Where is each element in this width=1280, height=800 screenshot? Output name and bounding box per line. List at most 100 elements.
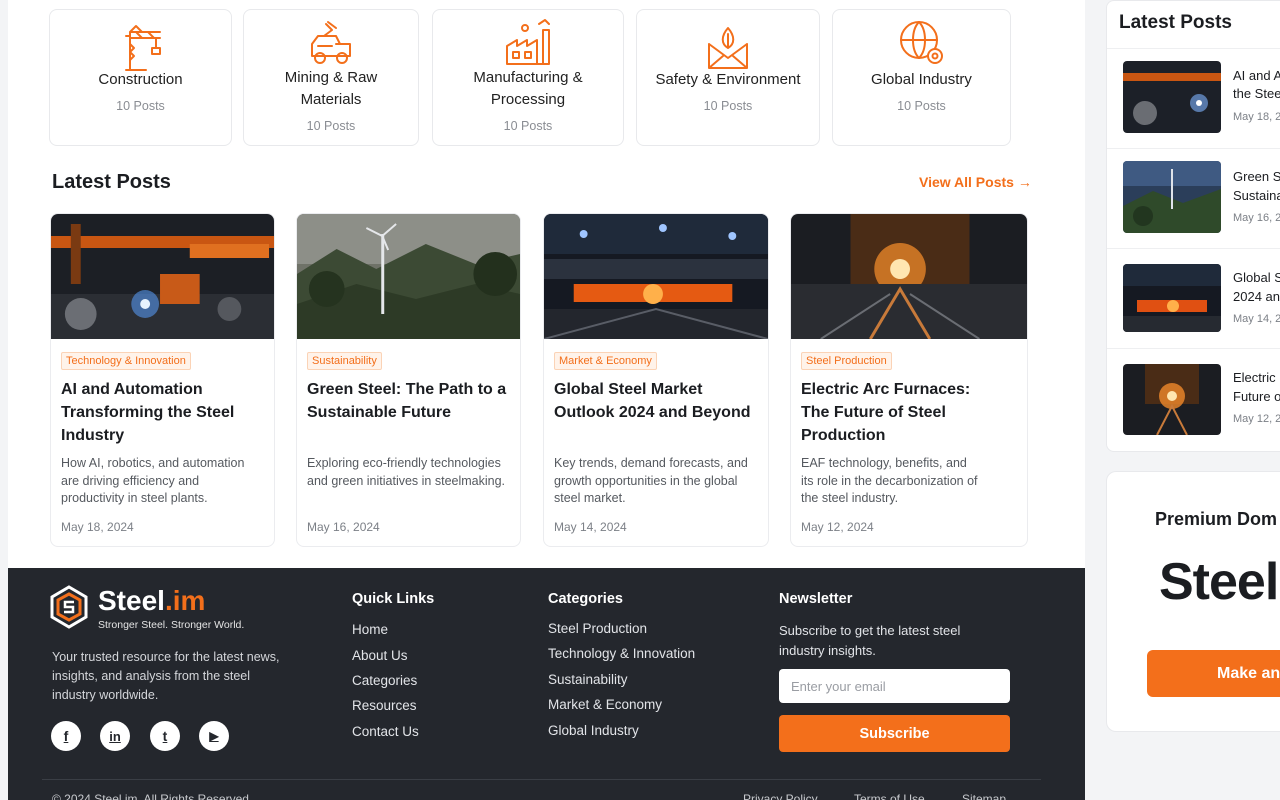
post-title[interactable]: Green Steel: The Path to a Sustainable F… <box>307 378 510 424</box>
category-card-mining[interactable]: Mining & Raw Materials 10 Posts <box>243 9 419 146</box>
facebook-icon[interactable]: f <box>51 721 81 751</box>
post-title[interactable]: Electric Arc Furnaces: The Future of Ste… <box>801 378 987 447</box>
post-card[interactable]: Technology & Innovation AI and Automatio… <box>50 213 275 547</box>
eco-envelope-icon <box>703 24 753 74</box>
category-name: Mining & Raw Materials <box>284 69 378 108</box>
post-card[interactable]: Sustainability Green Steel: The Path to … <box>296 213 521 547</box>
post-image <box>297 214 520 339</box>
categories-heading: Categories <box>548 591 623 607</box>
footer-link-home[interactable]: Home <box>352 622 388 637</box>
sidebar-post-thumbnail <box>1123 364 1221 435</box>
post-image <box>51 214 274 339</box>
post-date: May 16, 2024 <box>307 520 380 534</box>
sidebar-post-title-line: AI and A <box>1233 68 1280 83</box>
sidebar-post-item[interactable]: Green S Sustaina May 16, 2 <box>1107 148 1280 248</box>
factory-icon <box>503 18 553 68</box>
sidebar-post-item[interactable]: Electric Future o May 12, 2 <box>1107 348 1280 448</box>
category-count: 10 Posts <box>897 99 946 113</box>
sidebar-post-title-line: Sustaina <box>1233 188 1280 203</box>
main-content: Construction 10 Posts Mining & Raw Mater… <box>8 0 1085 568</box>
make-offer-button[interactable]: Make an <box>1147 650 1280 697</box>
footer-link-resources[interactable]: Resources <box>352 698 417 713</box>
mining-truck-icon <box>306 20 356 70</box>
post-card[interactable]: Market & Economy Global Steel Market Out… <box>543 213 769 547</box>
newsletter-heading: Newsletter <box>779 591 853 607</box>
post-excerpt: EAF technology, benefits, and its role i… <box>801 456 978 505</box>
sidebar-post-title-line: Global S <box>1233 270 1280 285</box>
sidebar-post-date: May 16, 2 <box>1233 212 1280 224</box>
post-excerpt: Key trends, demand forecasts, and growth… <box>554 456 748 505</box>
sidebar-post-title-line: 2024 an <box>1233 289 1280 304</box>
post-category-tag[interactable]: Steel Production <box>801 352 892 370</box>
category-card-construction[interactable]: Construction 10 Posts <box>49 9 232 146</box>
youtube-icon[interactable]: ▶ <box>199 721 229 751</box>
category-count: 10 Posts <box>703 99 753 113</box>
footer-about: Your trusted resource for the latest new… <box>52 650 280 702</box>
post-category-tag[interactable]: Technology & Innovation <box>61 352 191 370</box>
sidebar-post-date: May 14, 2 <box>1233 313 1280 325</box>
premium-domain-card: Premium Dom Steel Make an <box>1106 471 1280 732</box>
sidebar-post-thumbnail <box>1123 161 1221 233</box>
post-title[interactable]: AI and Automation Transforming the Steel… <box>61 378 264 447</box>
category-name: Safety & Environment <box>655 71 801 88</box>
sidebar-post-thumbnail <box>1123 264 1221 332</box>
newsletter-email-input[interactable] <box>779 669 1010 703</box>
sidebar-post-title-line: Electric <box>1233 370 1276 385</box>
footer-category-link[interactable]: Sustainability <box>548 672 628 687</box>
post-image <box>791 214 1027 339</box>
category-count: 10 Posts <box>116 99 165 113</box>
footer-category-link[interactable]: Global Industry <box>548 723 639 738</box>
category-card-manufacturing[interactable]: Manufacturing & Processing 10 Posts <box>432 9 624 146</box>
footer-category-link[interactable]: Steel Production <box>548 621 647 636</box>
post-title[interactable]: Global Steel Market Outlook 2024 and Bey… <box>554 378 758 424</box>
sidebar-post-title-line: the Stee <box>1233 86 1280 101</box>
post-date: May 12, 2024 <box>801 520 874 534</box>
footer-category-link[interactable]: Market & Economy <box>548 697 662 712</box>
post-date: May 14, 2024 <box>554 520 627 534</box>
crane-icon <box>116 24 166 74</box>
premium-domain-label: Premium Dom <box>1155 509 1278 529</box>
sidebar-post-date: May 18, 2 <box>1233 111 1280 123</box>
premium-domain-name: Steel <box>1159 553 1279 611</box>
twitter-icon[interactable]: t <box>150 721 180 751</box>
sidebar-title: Latest Posts <box>1119 12 1232 33</box>
globe-gear-icon <box>897 18 947 68</box>
footer-divider <box>42 779 1041 780</box>
sidebar-post-date: May 12, 2 <box>1233 413 1280 425</box>
post-image <box>544 214 768 339</box>
view-all-posts-link[interactable]: View All Posts → <box>919 174 1032 190</box>
linkedin-icon[interactable]: in <box>100 721 130 751</box>
privacy-policy-link[interactable]: Privacy Policy <box>743 792 818 800</box>
post-category-tag[interactable]: Sustainability <box>307 352 382 370</box>
category-name: Global Industry <box>871 71 972 88</box>
post-excerpt: How AI, robotics, and automation are dri… <box>61 456 245 505</box>
footer-category-link[interactable]: Technology & Innovation <box>548 646 695 661</box>
footer-link-categories[interactable]: Categories <box>352 673 417 688</box>
sidebar-post-item[interactable]: AI and A the Stee May 18, 2 <box>1107 48 1280 148</box>
post-card[interactable]: Steel Production Electric Arc Furnaces: … <box>790 213 1028 547</box>
post-excerpt: Exploring eco-friendly technologies and … <box>307 456 506 488</box>
footer-link-about[interactable]: About Us <box>352 648 408 663</box>
newsletter-description: Subscribe to get the latest steel indust… <box>779 623 961 658</box>
sidebar-post-title-line: Green S <box>1233 169 1280 184</box>
category-count: 10 Posts <box>306 119 356 133</box>
category-name: Construction <box>98 71 183 88</box>
sitemap-link[interactable]: Sitemap <box>962 792 1006 800</box>
steel-logo-icon <box>50 585 88 629</box>
sidebar-latest-posts: Latest Posts AI and A the Stee May 18, 2 <box>1106 0 1280 452</box>
quick-links-heading: Quick Links <box>352 591 435 607</box>
brand-tagline: Stronger Steel. Stronger World. <box>98 619 245 631</box>
category-count: 10 Posts <box>503 119 553 133</box>
category-card-global[interactable]: Global Industry 10 Posts <box>832 9 1011 146</box>
footer-link-contact[interactable]: Contact Us <box>352 724 419 739</box>
category-name: Manufacturing & Processing <box>473 69 583 108</box>
brand-logo-text[interactable]: Steel.im <box>98 585 205 617</box>
sidebar-post-thumbnail <box>1123 61 1221 133</box>
sidebar-post-item[interactable]: Global S 2024 an May 14, 2 <box>1107 248 1280 348</box>
site-footer: Steel.im Stronger Steel. Stronger World.… <box>8 568 1085 800</box>
subscribe-button[interactable]: Subscribe <box>779 715 1010 752</box>
terms-of-use-link[interactable]: Terms of Use <box>854 792 925 800</box>
category-card-safety[interactable]: Safety & Environment 10 Posts <box>636 9 820 146</box>
section-title: Latest Posts <box>52 171 171 193</box>
post-category-tag[interactable]: Market & Economy <box>554 352 657 370</box>
